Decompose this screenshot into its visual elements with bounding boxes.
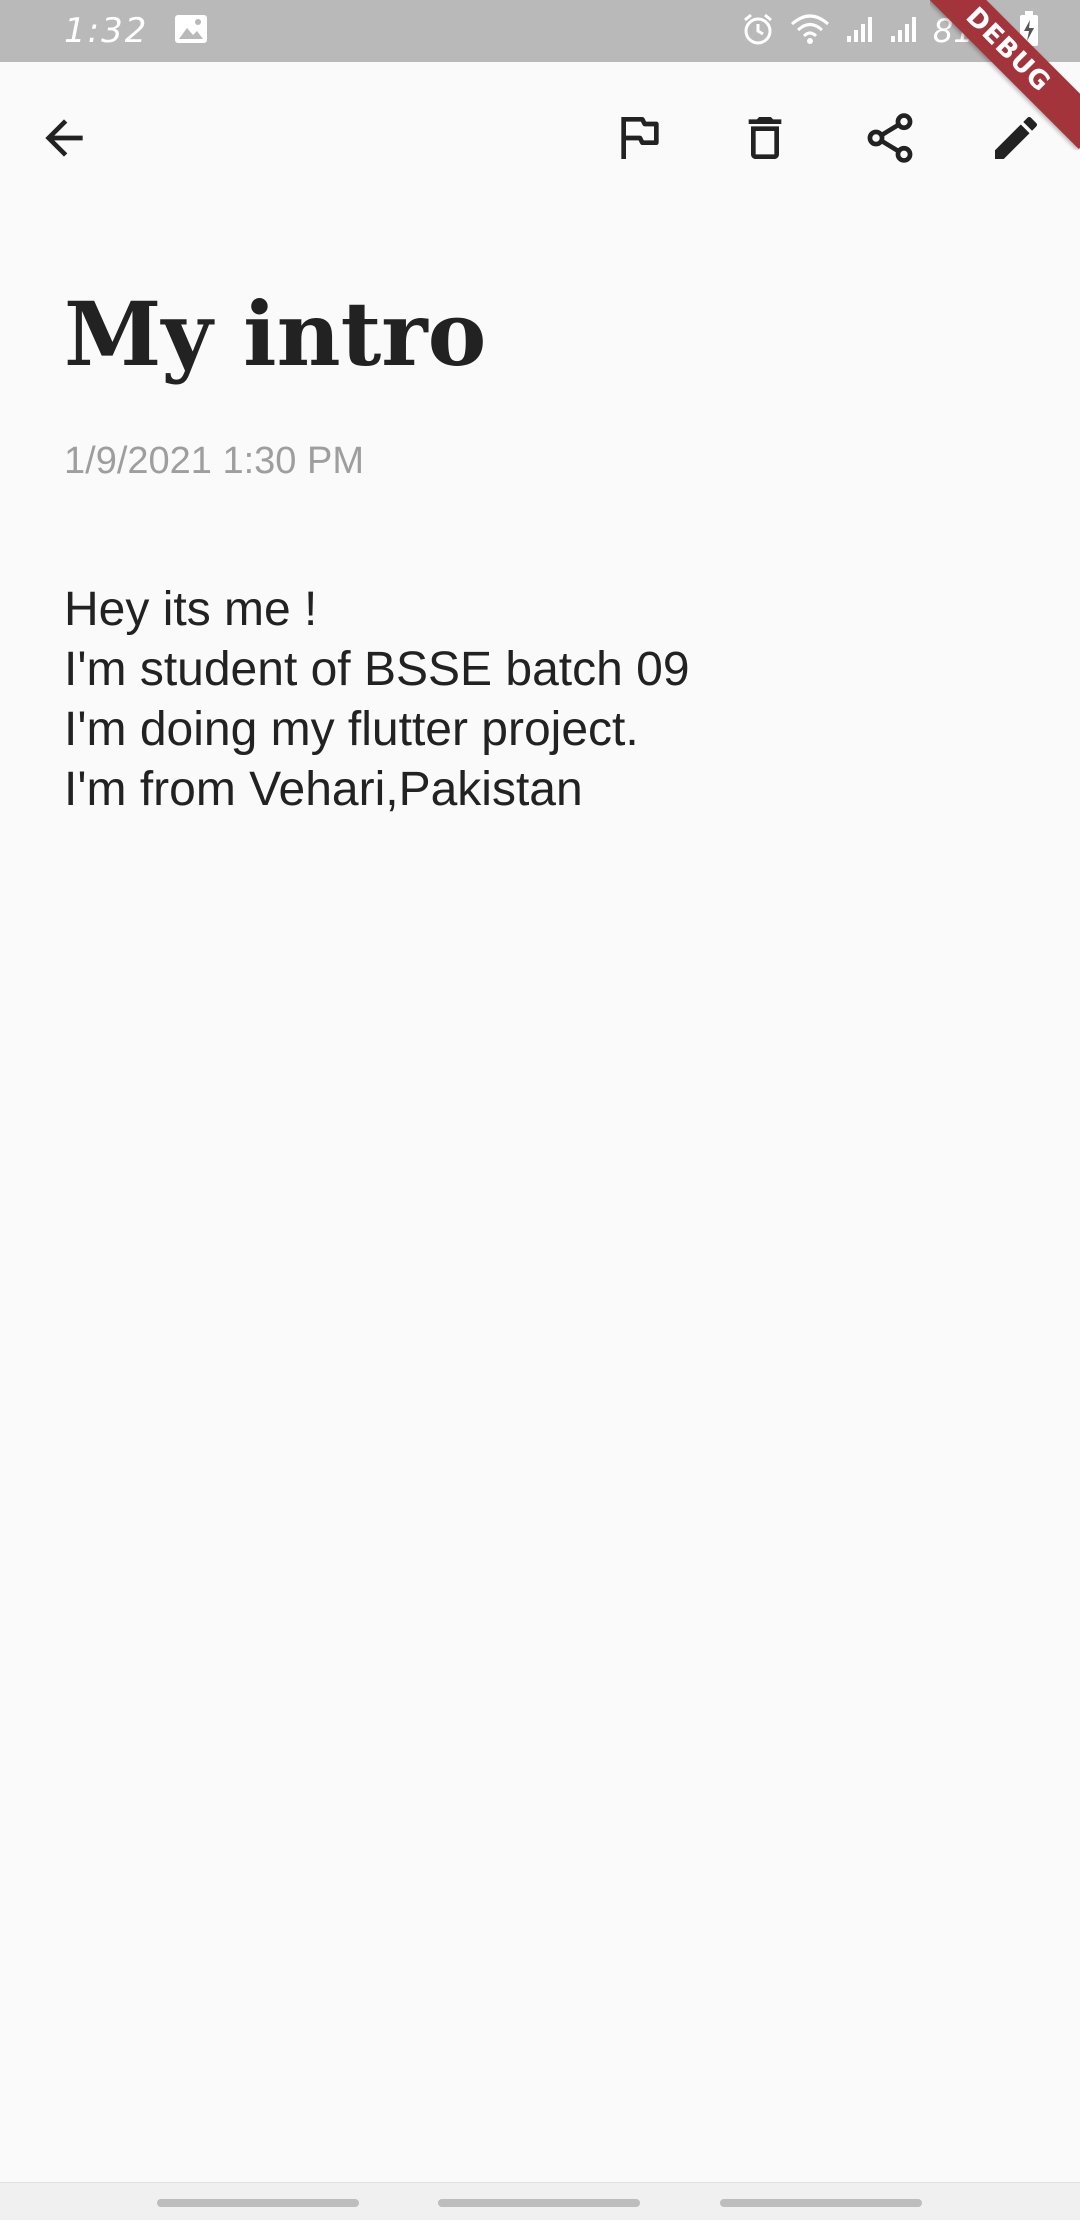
status-time: 1:32 (64, 11, 149, 51)
signal-icon (889, 14, 919, 49)
delete-button[interactable] (725, 98, 805, 178)
edit-icon (995, 116, 1038, 159)
delete-icon (748, 117, 782, 159)
note-detail-screen: 1:32 81% DEBUG My intro 1/9/2021 1:30 PM… (0, 0, 1080, 2220)
status-left: 1:32 (64, 10, 208, 52)
edit-button[interactable] (976, 98, 1056, 178)
note-title: My intro (64, 282, 487, 386)
note-body-line: I'm student of BSSE batch 09 (64, 643, 690, 696)
battery-percent: 81% (932, 12, 1004, 50)
share-button[interactable] (850, 98, 930, 178)
status-bar: 1:32 81% (0, 0, 1080, 62)
note-body: Hey its me ! I'm student of BSSE batch 0… (64, 580, 1014, 820)
share-icon (867, 113, 913, 163)
note-body-line: Hey its me ! (64, 583, 318, 636)
alarm-icon (741, 12, 775, 51)
back-button[interactable] (24, 98, 104, 178)
note-body-line: I'm from Vehari,Pakistan (64, 763, 583, 816)
nav-home-button[interactable] (438, 2199, 640, 2207)
arrow-back-icon (45, 119, 83, 157)
nav-recents-button[interactable] (157, 2199, 359, 2207)
flag-icon (621, 117, 659, 159)
nav-back-button[interactable] (720, 2199, 922, 2207)
system-navigation-bar (0, 2182, 1080, 2220)
note-date: 1/9/2021 1:30 PM (64, 440, 364, 482)
note-body-line: I'm doing my flutter project. (64, 703, 639, 756)
app-bar (0, 62, 1080, 212)
signal-icon (845, 14, 875, 49)
image-icon (174, 14, 208, 49)
status-right: 81% (741, 10, 1040, 52)
wifi-icon (789, 12, 831, 51)
battery-charging-icon (1018, 10, 1040, 52)
flag-button[interactable] (600, 98, 680, 178)
